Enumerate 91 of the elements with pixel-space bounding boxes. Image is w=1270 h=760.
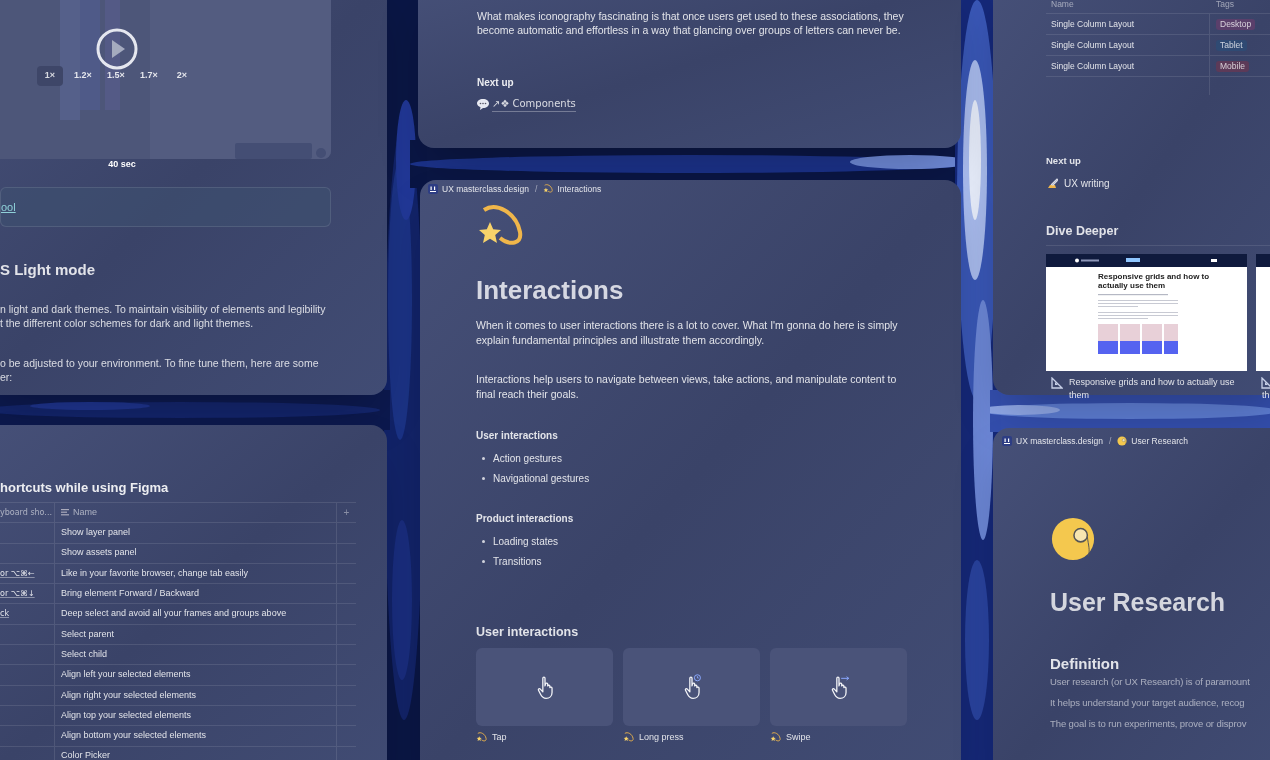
section-heading: Definition [1050,654,1121,673]
section-heading: S Light mode [0,261,96,279]
page-title: User Research [1050,586,1227,617]
table-cell: or ⌥⌘↓ [0,587,35,600]
shooting-star-icon [476,732,487,743]
table-cell-text: Select child [61,647,108,661]
gesture-tile[interactable] [623,647,760,726]
shooting-star-icon [770,732,781,743]
gesture-label: Swipe [786,730,811,744]
table-cell: Align left your selected elements [61,668,191,682]
gesture-tile[interactable] [476,647,613,726]
bullet-icon [482,457,485,461]
shooting-star-icon [543,184,554,195]
list-item: Loading states [493,535,559,550]
column-header: Name [1050,0,1075,11]
section-heading: Dive Deeper [1046,223,1270,247]
link[interactable]: UX writing [1064,176,1110,192]
monocle-emoji-icon [1117,436,1128,447]
next-up-label: Next up [1046,154,1082,168]
table-cell-text: Select parent [61,627,115,641]
speed-option[interactable]: 1.2× [70,66,96,86]
tag: Tablet [1216,39,1247,51]
list-item: Navigational gestures [493,472,590,487]
gesture-label: Long press [639,730,684,744]
speed-option[interactable]: 1× [37,66,63,86]
table-cell: or ⌥⌘← [0,567,35,580]
article-caption[interactable]: th [1262,389,1270,403]
column-header: Tags [1215,0,1234,11]
triangle-ruler-icon [1051,377,1063,390]
paragraph: Interactions help users to navigate between views, take actions, and manipulate content to final reach their goals. [476,371,898,402]
breadcrumb-link[interactable]: UX masterclass.design [442,183,529,196]
gesture-tile[interactable] [770,647,907,726]
paragraph: What makes iconography fascinating is that once users get used to these associations, they become automatic and effortless in a way that glancing over groups of letters can never be. [477,9,905,37]
paragraph: User research (or UX Research) is of paramount [1050,674,1251,689]
column-header: Name [73,505,97,519]
speed-option[interactable]: 1.5× [103,66,129,86]
paragraph: When it comes to user interactions there is a lot to cover. What I'm gonna do here is simply explain fundamental principles and illustrate them accordingly. [476,317,899,348]
shooting-star-icon [623,732,634,743]
table-cell: Single Column Layout [1046,14,1210,34]
webpage-thumbnail[interactable]: Responsive grids and how to actually use them [1046,254,1247,372]
speed-option[interactable]: 2× [169,66,195,86]
breadcrumb-separator: / [533,183,539,196]
link[interactable]: ool [1,198,16,216]
breadcrumb-link[interactable]: Interactions [557,183,602,196]
table-cell: Single Column Layout [1046,56,1210,76]
paragraph: It helps understand your target audience, recog [1050,695,1246,710]
table-cell: ck [0,608,10,621]
logo-icon [428,184,438,195]
breadcrumb-separator: / [1107,435,1113,448]
table-cell-text: Align top your selected elements [61,708,192,722]
breadcrumb-link[interactable]: UX masterclass.design [1016,435,1103,448]
table-cell: Bring element Forward / Backward [61,587,200,601]
table-cell: Align bottom your selected elements [61,729,207,743]
article-title: Responsive grids and how to actually use them [1098,272,1211,291]
duration-label: 40 sec [107,159,137,170]
table-cell: Deep select and avoid all your frames and groups above [61,607,287,621]
paragraph: n light and dark themes. To maintain visibility of elements and legibility t the different color schemes for dark and light themes. [0,302,327,330]
play-button[interactable] [96,28,138,70]
column-header: yboard sho... [0,506,52,519]
table-cell: Show assets panel [61,546,137,560]
bullet-icon [482,560,485,564]
tag: Desktop [1216,18,1256,30]
triangle-ruler-icon [1261,377,1270,390]
breadcrumb-link[interactable]: User Research [1131,435,1188,448]
table-title: hortcuts while using Figma [0,480,170,496]
logo-icon [1002,436,1012,447]
speech-bubble-icon [477,98,489,110]
bullet-icon [482,477,485,481]
bullet-icon [482,540,485,544]
table-cell: Single Column Layout [1046,35,1210,55]
page-title: Interactions [476,273,625,306]
writing-hand-icon [1046,178,1058,190]
table-cell-text: Align right your selected elements [61,688,197,702]
article-caption[interactable]: Responsive grids and how to actually use them [1069,376,1247,403]
link[interactable]: ↗❖ Components [492,96,576,112]
tag: Mobile [1216,60,1250,72]
list-heading: User interactions [476,428,559,443]
list-item: Transitions [493,555,542,570]
list-heading: Product interactions [476,511,575,526]
table-cell-text: Like in your favorite browser, change tab easily [61,566,249,580]
speed-option[interactable]: 1.7× [136,66,162,86]
paragraph: The goal is to run experiments, prove or disprov [1050,716,1248,731]
section-heading: User interactions [476,623,580,640]
monocle-emoji-icon [1050,515,1096,562]
table-cell: Color Picker [61,749,110,760]
gesture-label: Tap [492,730,507,744]
table-cell: Show layer panel [61,526,131,540]
list-item: Action gestures [493,452,562,467]
paragraph: o be adjusted to your environment. To fine tune them, here are some er: [0,356,320,384]
text-column-icon [61,509,69,517]
next-up-label: Next up [477,76,515,90]
